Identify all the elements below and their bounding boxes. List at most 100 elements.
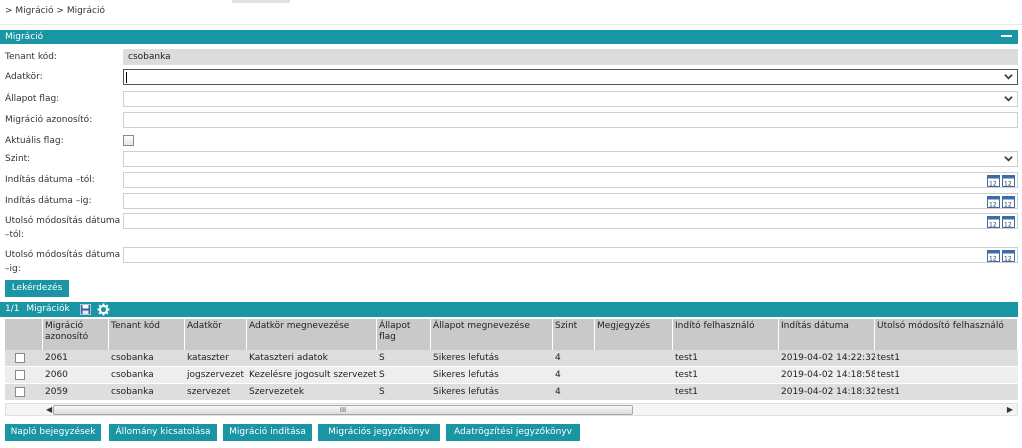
table-cell: 4 bbox=[555, 353, 561, 363]
header-label: Állapot bbox=[379, 321, 411, 331]
aktualis-label: Aktuális flag: bbox=[5, 136, 64, 146]
modositas-ig-label: Utolsó módosítás dátuma –ig: bbox=[5, 248, 120, 276]
header-label: Migráció bbox=[45, 321, 84, 331]
svg-text:12: 12 bbox=[989, 222, 997, 229]
allapot-label: Állapot flag: bbox=[5, 94, 60, 104]
migracio-inditasa-button[interactable]: Migráció indítása bbox=[223, 424, 312, 441]
table-cell: 4 bbox=[555, 370, 561, 380]
calendar-icon[interactable]: 12 bbox=[1002, 195, 1015, 208]
table-cell: S bbox=[379, 353, 385, 363]
column-header[interactable]: Adatkör megnevezése bbox=[247, 319, 377, 350]
gear-icon[interactable] bbox=[97, 303, 110, 316]
column-header[interactable]: Megjegyzés bbox=[595, 319, 673, 350]
table-cell: test1 bbox=[877, 387, 901, 397]
chevron-down-icon[interactable] bbox=[1004, 72, 1013, 81]
allapot-select[interactable] bbox=[123, 91, 1018, 107]
table-cell: Kezelésre jogosult szervezet bbox=[249, 370, 377, 380]
header-label: Adatkör bbox=[187, 321, 222, 331]
calendar-icon[interactable]: 12 bbox=[1002, 215, 1015, 228]
adatkor-label: Adatkör: bbox=[5, 72, 43, 82]
aktualis-checkbox[interactable] bbox=[123, 135, 134, 146]
calendar-icon[interactable]: 12 bbox=[987, 215, 1000, 228]
header-label: azonosító bbox=[45, 332, 89, 342]
table-cell bbox=[595, 367, 673, 383]
inditas-tol-input[interactable]: 12 12 bbox=[123, 172, 1018, 188]
calendar-icon[interactable]: 12 bbox=[1002, 174, 1015, 187]
header-label: Megjegyzés bbox=[597, 321, 651, 331]
chevron-down-icon[interactable] bbox=[1004, 94, 1013, 103]
breadcrumb: > Migráció > Migráció bbox=[5, 6, 105, 16]
table-cell: csobanka bbox=[111, 353, 154, 363]
adatrogzitesi-jegyzokonyv-button[interactable]: Adatrögzítési jegyzőkönyv bbox=[446, 424, 580, 441]
calendar-icon[interactable]: 12 bbox=[1002, 249, 1015, 262]
header-label: Indítás dátuma bbox=[781, 321, 849, 331]
text-cursor bbox=[126, 72, 127, 83]
column-header[interactable]: Szint bbox=[553, 319, 595, 350]
table-cell: S bbox=[379, 387, 385, 397]
column-header[interactable]: Tenant kód bbox=[109, 319, 185, 350]
label-line: –tól: bbox=[5, 230, 25, 240]
table-row[interactable]: 2060 csobanka jogszervezet Kezelésre jog… bbox=[5, 367, 1018, 383]
modositas-ig-input[interactable]: 12 12 bbox=[123, 247, 1018, 263]
table-cell: Sikeres lefutás bbox=[433, 353, 499, 363]
column-header[interactable]: Indító felhasználó bbox=[673, 319, 779, 350]
naplo-bejegyzesek-button[interactable]: Napló bejegyzések bbox=[5, 424, 101, 441]
row-checkbox[interactable] bbox=[15, 353, 25, 363]
migrations-table: Migráció azonosító Tenant kód Adatkör Ada… bbox=[5, 319, 1018, 401]
grid-title: Migrációk bbox=[26, 304, 70, 314]
azonosito-input[interactable] bbox=[123, 112, 1018, 128]
inditas-ig-input[interactable]: 12 12 bbox=[123, 193, 1018, 209]
chevron-down-icon[interactable] bbox=[1004, 154, 1013, 163]
horizontal-scrollbar[interactable]: ◀ III ▶ bbox=[5, 403, 1018, 416]
query-button[interactable]: Lekérdezés bbox=[5, 280, 69, 297]
table-cell: 2019-04-02 14:18:58 bbox=[781, 370, 875, 380]
page-indicator: 1/1 bbox=[5, 304, 20, 314]
table-cell: Sikeres lefutás bbox=[433, 370, 499, 380]
header-label: Indító felhasználó bbox=[675, 321, 755, 331]
table-cell bbox=[595, 384, 673, 400]
header-label: Adatkör megnevezése bbox=[249, 321, 350, 331]
table-cell: Sikeres lefutás bbox=[433, 387, 499, 397]
azonosito-label: Migráció azonosító: bbox=[5, 115, 93, 125]
column-header[interactable]: Migráció azonosító bbox=[43, 319, 109, 350]
label-line: Utolsó módosítás dátuma bbox=[5, 216, 121, 226]
table-cell: S bbox=[379, 370, 385, 380]
svg-text:12: 12 bbox=[1004, 256, 1012, 263]
column-header[interactable]: Adatkör bbox=[185, 319, 247, 350]
adatkor-select[interactable] bbox=[123, 69, 1018, 85]
row-checkbox[interactable] bbox=[15, 370, 25, 380]
column-header[interactable]: Állapot flag bbox=[377, 319, 431, 350]
table-cell: 2059 bbox=[45, 387, 68, 397]
modositas-tol-input[interactable]: 12 12 bbox=[123, 213, 1018, 229]
svg-text:12: 12 bbox=[989, 256, 997, 263]
scrollbar-thumb[interactable]: III bbox=[53, 405, 633, 415]
column-header[interactable]: Állapot megnevezése bbox=[431, 319, 553, 350]
table-row[interactable]: 2061 csobanka kataszter Kataszteri adato… bbox=[5, 350, 1018, 366]
column-header[interactable]: Utolsó módosító felhasználó bbox=[875, 319, 1018, 350]
scroll-left-icon[interactable]: ◀ bbox=[46, 405, 52, 414]
svg-text:12: 12 bbox=[989, 181, 997, 188]
header-label: Szint bbox=[555, 321, 578, 331]
collapse-icon[interactable] bbox=[1001, 31, 1012, 37]
table-cell: 2019-04-02 14:18:32 bbox=[781, 387, 875, 397]
allomany-kicsatolasa-button[interactable]: Állomány kicsatolása bbox=[109, 424, 217, 441]
save-icon[interactable] bbox=[80, 304, 91, 315]
panel-title: Migráció bbox=[5, 32, 44, 42]
table-row[interactable]: 2059 csobanka szervezet Szervezetek S Si… bbox=[5, 384, 1018, 400]
migracios-jegyzokonyv-button[interactable]: Migrációs jegyzőkönyv bbox=[318, 424, 440, 441]
inditas-tol-label: Indítás dátuma –tól: bbox=[5, 175, 95, 185]
calendar-icon[interactable]: 12 bbox=[987, 249, 1000, 262]
header-label: Állapot megnevezése bbox=[433, 321, 530, 331]
table-cell: test1 bbox=[877, 370, 901, 380]
table-cell: test1 bbox=[675, 387, 699, 397]
header-label: flag bbox=[379, 332, 396, 342]
row-checkbox[interactable] bbox=[15, 387, 25, 397]
calendar-icon[interactable]: 12 bbox=[987, 174, 1000, 187]
scroll-right-icon[interactable]: ▶ bbox=[1007, 405, 1013, 414]
header-label: Tenant kód bbox=[111, 321, 160, 331]
calendar-icon[interactable]: 12 bbox=[987, 195, 1000, 208]
grid-header: 1/1 Migrációk bbox=[0, 302, 1018, 317]
table-cell: test1 bbox=[675, 370, 699, 380]
szint-select[interactable] bbox=[123, 151, 1018, 167]
column-header[interactable]: Indítás dátuma bbox=[779, 319, 875, 350]
